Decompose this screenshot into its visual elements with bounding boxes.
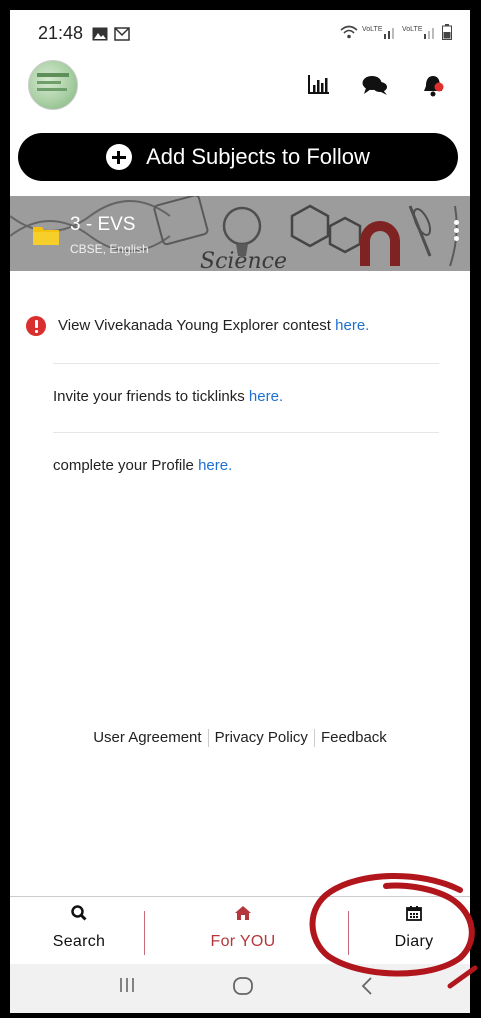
subject-title: 3 - EVS [70, 214, 136, 235]
app-logo[interactable] [28, 60, 78, 110]
plus-circle-icon [106, 144, 133, 170]
screenshot-frame-left [0, 0, 10, 1018]
divider [53, 363, 439, 364]
search-icon [24, 905, 134, 925]
add-subjects-label: Add Subjects to Follow [146, 144, 370, 169]
privacy-policy-link[interactable]: Privacy Policy [209, 729, 314, 746]
recents-icon[interactable] [118, 976, 136, 1000]
status-bar: 21:48 VoLTE VoLTE [10, 10, 470, 54]
gallery-icon [92, 27, 108, 46]
tab-for-you[interactable]: For YOU [183, 897, 303, 965]
alert-icon [26, 316, 46, 336]
screenshot-frame-top [0, 0, 481, 10]
home-icon [183, 905, 303, 925]
divider [53, 432, 439, 433]
chat-icon[interactable] [362, 74, 388, 101]
contest-link[interactable]: here. [335, 317, 369, 334]
wifi-icon [340, 25, 358, 41]
status-time: 21:48 [38, 23, 84, 43]
subject-subtitle: CBSE, English [70, 242, 149, 256]
invite-note-text: Invite your friends to ticklinks [53, 388, 249, 405]
add-subjects-button[interactable]: Add Subjects to Follow [18, 133, 458, 181]
folder-icon [32, 224, 60, 245]
subject-card[interactable]: Science 3 - EVS CBSE, English [10, 196, 470, 271]
user-agreement-link[interactable]: User Agreement [87, 729, 207, 746]
red-circle-annotation [309, 873, 478, 989]
more-options-icon[interactable] [452, 220, 460, 246]
feedback-link[interactable]: Feedback [315, 729, 393, 746]
invite-note: Invite your friends to ticklinks here. [53, 388, 283, 405]
volte-lte1-icon: VoLTE [362, 24, 398, 42]
tab-for-you-label: For YOU [210, 933, 276, 950]
tab-search[interactable]: Search [24, 897, 134, 965]
volte-lte2-icon: VoLTE [402, 24, 438, 42]
tab-separator [144, 911, 145, 955]
svg-text:VoLTE: VoLTE [402, 26, 423, 33]
profile-note-text: complete your Profile [53, 457, 199, 474]
contest-note: View Vivekanada Young Explorer contest h… [58, 317, 369, 334]
contest-note-text: View Vivekanada Young Explorer contest [58, 317, 336, 334]
bell-icon[interactable] [422, 74, 444, 103]
home-circle-icon[interactable] [232, 976, 254, 1002]
bar-chart-icon[interactable] [308, 74, 330, 99]
invite-link[interactable]: here. [249, 388, 283, 405]
screenshot-frame-right [470, 0, 481, 1018]
footer-links: User Agreement Privacy Policy Feedback [10, 729, 470, 748]
battery-icon [442, 24, 452, 42]
app-header [10, 54, 470, 118]
profile-note: complete your Profile here. [53, 457, 232, 474]
svg-text:VoLTE: VoLTE [362, 26, 383, 33]
screenshot-frame-bottom [0, 1013, 481, 1018]
tab-search-label: Search [52, 933, 106, 950]
mail-icon [114, 27, 130, 46]
profile-link[interactable]: here. [198, 457, 232, 474]
